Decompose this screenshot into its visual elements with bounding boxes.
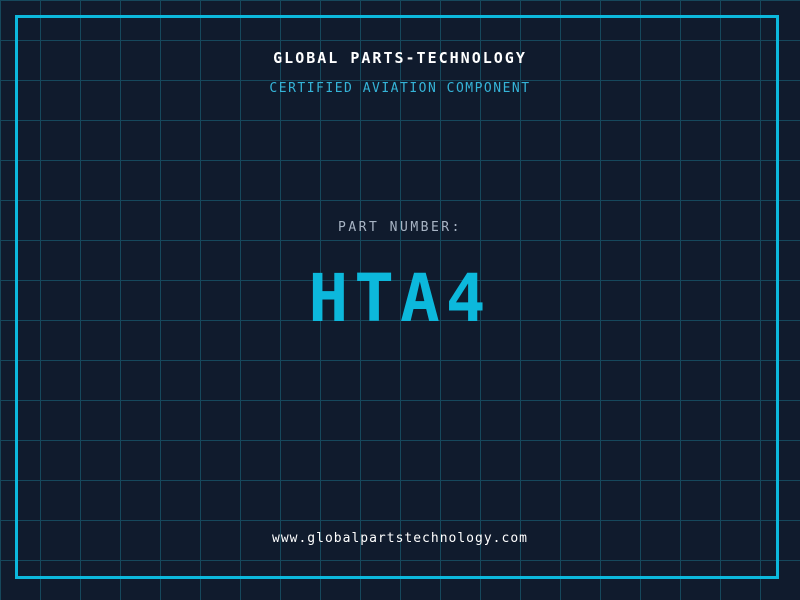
company-title: GLOBAL PARTS-TECHNOLOGY [273,49,527,67]
blueprint-canvas: GLOBAL PARTS-TECHNOLOGY CERTIFIED AVIATI… [0,0,800,600]
part-number-label: PART NUMBER: [338,220,462,235]
website-url: www.globalpartstechnology.com [272,531,528,546]
certification-subtitle: CERTIFIED AVIATION COMPONENT [269,81,531,96]
part-number-value: HTA4 [308,260,492,337]
